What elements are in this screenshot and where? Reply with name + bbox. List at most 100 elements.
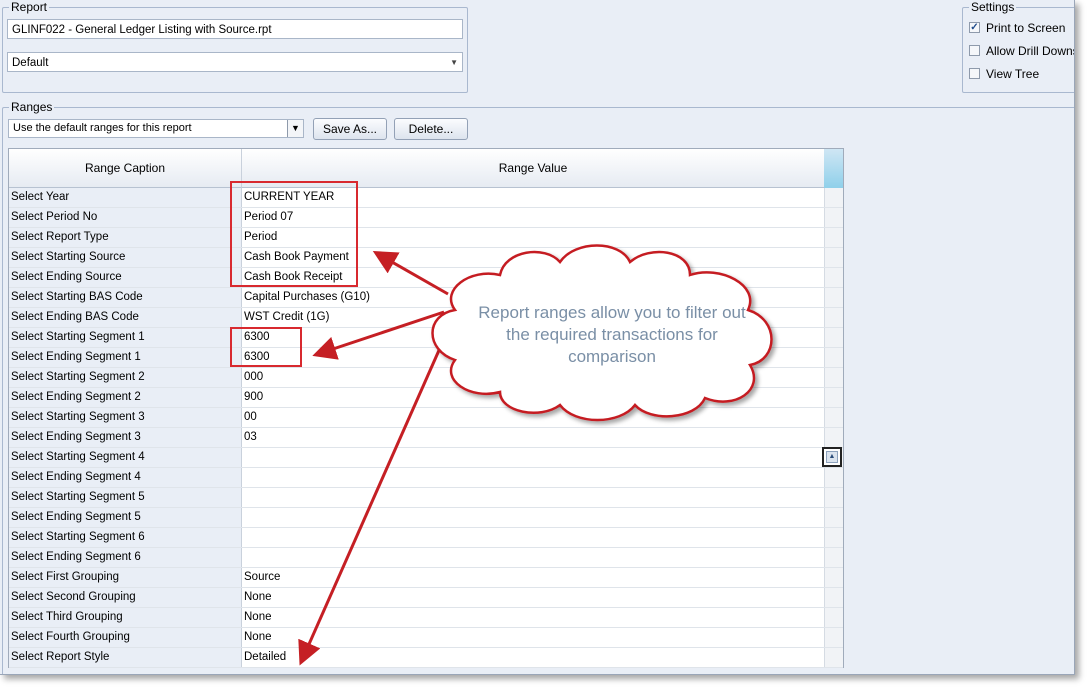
range-value-cell[interactable] [243, 488, 825, 507]
range-caption-cell: Select Starting BAS Code [9, 288, 242, 307]
row-lookup-cell[interactable] [824, 188, 843, 207]
allow-drill-downs-checkbox[interactable]: Allow Drill Downs [969, 43, 1075, 59]
range-row[interactable]: Select Report Type Period [9, 228, 843, 248]
range-value-cell[interactable]: None [243, 628, 825, 647]
row-lookup-cell[interactable] [824, 488, 843, 507]
report-group: Report GLINF022 - General Ledger Listing… [2, 0, 468, 93]
checkbox-unchecked-icon[interactable] [969, 45, 980, 57]
arrow-up-icon[interactable]: ▲ [826, 451, 838, 463]
range-value-cell[interactable] [243, 548, 825, 567]
row-lookup-cell[interactable] [824, 608, 843, 627]
checkbox-unchecked-icon[interactable] [969, 68, 980, 80]
chevron-down-icon[interactable]: ▼ [287, 120, 303, 137]
save-as-button[interactable]: Save As... [313, 118, 387, 140]
range-row[interactable]: Select Second Grouping None [9, 588, 843, 608]
range-caption-cell: Select Ending Segment 2 [9, 388, 242, 407]
range-value-cell[interactable]: None [243, 588, 825, 607]
row-lookup-cell[interactable] [824, 308, 843, 327]
range-row[interactable]: Select Period No Period 07 [9, 208, 843, 228]
report-name-field[interactable]: GLINF022 - General Ledger Listing with S… [7, 19, 463, 39]
range-caption-cell: Select Second Grouping [9, 588, 242, 607]
range-row[interactable]: Select Ending Segment 4 [9, 468, 843, 488]
range-value-cell[interactable]: None [243, 608, 825, 627]
range-caption-cell: Select Third Grouping [9, 608, 242, 627]
range-row[interactable]: Select Ending Segment 5 [9, 508, 843, 528]
row-lookup-cell[interactable] [824, 528, 843, 547]
row-lookup-cell[interactable] [824, 648, 843, 667]
range-caption-cell: Select Starting Segment 4 [9, 448, 242, 467]
range-caption-cell: Select Starting Segment 6 [9, 528, 242, 547]
row-lookup-cell[interactable] [824, 368, 843, 387]
range-caption-cell: Select Starting Segment 1 [9, 328, 242, 347]
settings-group: Settings ✓ Print to Screen Allow Drill Do… [962, 0, 1075, 93]
row-lookup-cell[interactable] [824, 628, 843, 647]
range-row[interactable]: Select Third Grouping None [9, 608, 843, 628]
range-caption-cell: Select Ending Source [9, 268, 242, 287]
delete-button[interactable]: Delete... [394, 118, 468, 140]
range-caption-cell: Select Ending Segment 6 [9, 548, 242, 567]
row-lookup-cell[interactable] [824, 328, 843, 347]
ranges-preset-value: Use the default ranges for this report [13, 122, 192, 134]
row-lookup-cell[interactable] [824, 468, 843, 487]
range-value-cell[interactable] [243, 528, 825, 547]
print-to-screen-checkbox[interactable]: ✓ Print to Screen [969, 20, 1065, 36]
range-value-cell[interactable]: Detailed [243, 648, 825, 667]
highlight-box-segment [230, 327, 302, 367]
range-row[interactable]: Select Report Style Detailed [9, 648, 843, 668]
ranges-legend: Ranges [9, 100, 55, 114]
range-row[interactable]: Select Starting Segment 3 00 [9, 408, 843, 428]
chevron-down-icon[interactable]: ▼ [450, 53, 458, 73]
range-row[interactable]: Select First Grouping Source [9, 568, 843, 588]
allow-drill-downs-label: Allow Drill Downs [986, 44, 1075, 58]
scroll-up-button[interactable]: ▲ [822, 447, 842, 467]
ranges-preset-dropdown[interactable]: Use the default ranges for this report ▼ [8, 119, 304, 138]
row-lookup-cell[interactable] [824, 388, 843, 407]
row-lookup-cell[interactable] [824, 588, 843, 607]
row-lookup-cell[interactable] [824, 268, 843, 287]
row-lookup-cell[interactable] [824, 548, 843, 567]
view-tree-checkbox[interactable]: View Tree [969, 66, 1039, 82]
range-row[interactable]: Select Ending Segment 3 03 [9, 428, 843, 448]
range-caption-cell: Select Ending Segment 1 [9, 348, 242, 367]
row-lookup-cell[interactable] [824, 208, 843, 227]
row-lookup-cell[interactable] [824, 248, 843, 267]
range-value-cell[interactable] [243, 468, 825, 487]
range-caption-cell: Select Report Style [9, 648, 242, 667]
row-lookup-cell[interactable] [824, 408, 843, 427]
range-row[interactable]: Select Starting Segment 4 [9, 448, 843, 468]
range-value-cell[interactable]: 00 [243, 408, 825, 427]
range-value-cell[interactable] [243, 448, 825, 467]
range-row[interactable]: Select Fourth Grouping None [9, 628, 843, 648]
range-caption-cell: Select Starting Source [9, 248, 242, 267]
ranges-grid: Range Caption Range Value Select Year CUR… [8, 148, 844, 668]
highlight-box-source [230, 181, 358, 287]
range-row[interactable]: Select Starting Segment 5 [9, 488, 843, 508]
range-value-cell[interactable]: 000 [243, 368, 825, 387]
range-caption-cell: Select Starting Segment 5 [9, 488, 242, 507]
report-layout-dropdown[interactable]: Default ▼ [7, 52, 463, 72]
print-to-screen-label: Print to Screen [986, 21, 1066, 35]
range-row[interactable]: Select Ending Segment 6 [9, 548, 843, 568]
range-value-cell[interactable]: Source [243, 568, 825, 587]
range-row[interactable]: Select Starting Source Cash Book Payment [9, 248, 843, 268]
range-caption-cell: Select Ending Segment 4 [9, 468, 242, 487]
row-lookup-cell[interactable] [824, 348, 843, 367]
row-lookup-cell[interactable] [824, 228, 843, 247]
row-lookup-cell[interactable] [824, 568, 843, 587]
range-row[interactable]: Select Ending Segment 2 900 [9, 388, 843, 408]
range-row[interactable]: Select Year CURRENT YEAR [9, 188, 843, 208]
range-caption-cell: Select Year [9, 188, 242, 207]
range-caption-header[interactable]: Range Caption [9, 149, 242, 188]
row-lookup-cell[interactable] [824, 508, 843, 527]
range-value-cell[interactable] [243, 508, 825, 527]
range-caption-cell: Select Ending Segment 3 [9, 428, 242, 447]
range-value-cell[interactable]: 03 [243, 428, 825, 447]
checkbox-checked-icon[interactable]: ✓ [969, 22, 980, 34]
range-row[interactable]: Select Starting Segment 6 [9, 528, 843, 548]
range-value-cell[interactable]: 900 [243, 388, 825, 407]
row-lookup-cell[interactable] [824, 288, 843, 307]
range-caption-cell: Select First Grouping [9, 568, 242, 587]
range-row[interactable]: Select Ending Source Cash Book Receipt [9, 268, 843, 288]
row-lookup-cell[interactable] [824, 428, 843, 447]
range-row[interactable]: Select Starting Segment 2 000 [9, 368, 843, 388]
